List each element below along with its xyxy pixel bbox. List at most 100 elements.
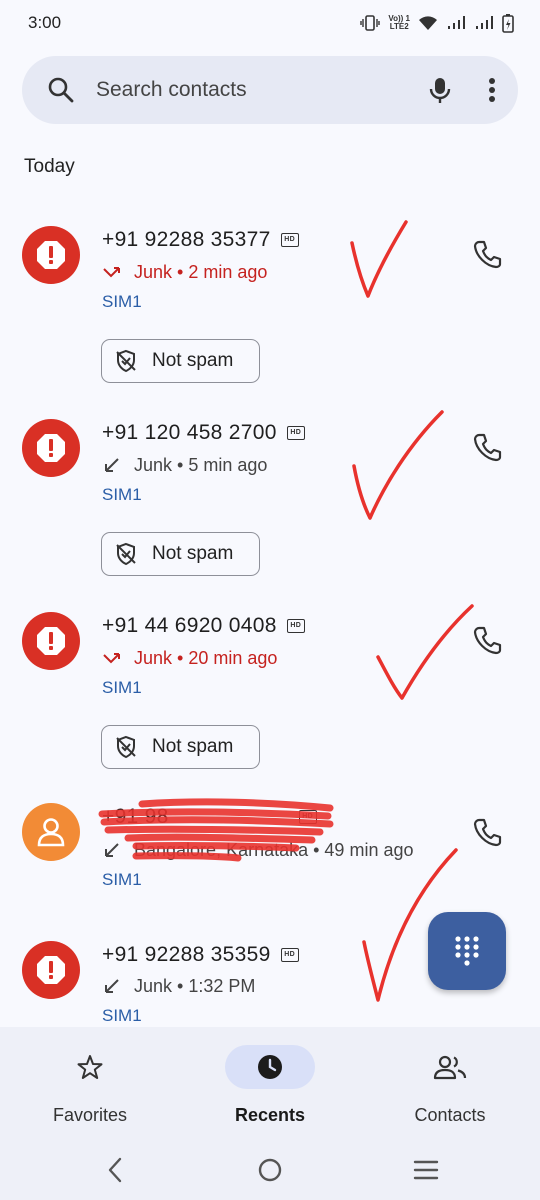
call-detail-text: Junk • 20 min ago [134, 648, 278, 668]
home-icon [258, 1158, 282, 1182]
nav-icon-container [45, 1045, 135, 1089]
spam-avatar [22, 226, 80, 284]
not-spam-label: Not spam [152, 736, 234, 757]
volte-icon: Vo)) 1 LTE2 [388, 14, 410, 31]
call-back-button[interactable] [470, 236, 506, 272]
search-bar[interactable] [22, 56, 518, 124]
wifi-icon [419, 16, 437, 30]
back-icon [108, 1157, 122, 1183]
more-options-icon[interactable] [488, 76, 496, 104]
nav-contacts[interactable]: Contacts [370, 1045, 530, 1126]
handwritten-annotations [98, 220, 474, 1002]
nav-recents[interactable]: Recents [190, 1045, 350, 1126]
hd-icon: HD [280, 233, 299, 247]
call-number-text: +91 92288 35359 [102, 943, 271, 966]
call-detail: Junk • 5 min ago [102, 455, 267, 476]
call-back-button[interactable] [470, 814, 506, 850]
not-spam-shield-icon [116, 349, 136, 373]
missed-call-icon [103, 652, 120, 663]
call-detail: Junk • 20 min ago [102, 648, 277, 669]
call-number-text: +91 92288 35377 [102, 228, 271, 251]
checkmark-annotation [352, 410, 444, 520]
people-icon [433, 1055, 467, 1080]
system-home-button[interactable] [257, 1150, 283, 1190]
system-back-button[interactable] [104, 1150, 126, 1190]
call-number: +91 92288 35359 HD [102, 943, 299, 967]
status-time: 3:00 [28, 13, 62, 32]
microphone-icon[interactable] [426, 76, 454, 104]
call-detail-text: Bangalore, Karnataka • 49 min ago [134, 840, 414, 860]
not-spam-button[interactable]: Not spam [101, 532, 260, 576]
not-spam-label: Not spam [152, 350, 234, 371]
not-spam-button[interactable]: Not spam [101, 725, 260, 769]
search-icon [48, 77, 74, 103]
nav-icon-container [225, 1045, 315, 1089]
call-number-text: +91 98 [102, 805, 169, 828]
checkmark-annotation [350, 220, 408, 298]
section-header-today: Today [24, 156, 75, 177]
nav-label: Recents [234, 1105, 306, 1125]
spam-avatar [22, 419, 80, 477]
spam-warning-icon [37, 434, 65, 462]
call-detail-text: Junk • 2 min ago [134, 262, 268, 282]
spam-warning-icon [37, 956, 65, 984]
dialpad-icon [455, 936, 479, 966]
call-number: +91 98 HD [102, 805, 317, 829]
call-detail: Bangalore, Karnataka • 49 min ago [102, 840, 413, 861]
spam-avatar [22, 941, 80, 999]
battery-icon [502, 14, 514, 33]
incoming-call-icon [105, 978, 119, 993]
not-spam-shield-icon [116, 735, 136, 759]
checkmark-annotation [376, 604, 474, 700]
person-icon [37, 818, 65, 847]
missed-call-icon [103, 266, 120, 277]
spam-warning-icon [37, 627, 65, 655]
signal-icon-sim2 [476, 16, 493, 29]
not-spam-label: Not spam [152, 543, 234, 564]
sim-label: SIM1 [102, 1006, 142, 1025]
search-input[interactable] [96, 78, 426, 102]
hd-icon: HD [286, 426, 305, 440]
status-bar: 3:00 Vo)) 1 LTE2 [0, 0, 540, 46]
sim-label: SIM1 [102, 870, 142, 889]
nav-favorites[interactable]: Favorites [10, 1045, 170, 1126]
phone-icon [473, 240, 502, 269]
sim-label: SIM1 [102, 292, 142, 311]
hd-icon: HD [286, 619, 305, 633]
call-number-text: +91 44 6920 0408 [102, 614, 277, 637]
not-spam-button[interactable]: Not spam [101, 339, 260, 383]
call-detail: Junk • 1:32 PM [102, 976, 255, 997]
call-number: +91 92288 35377 HD [102, 228, 299, 252]
sim-label: SIM1 [102, 678, 142, 697]
incoming-call-icon [105, 842, 119, 857]
call-back-button[interactable] [470, 429, 506, 465]
phone-icon [473, 818, 502, 847]
contact-avatar [22, 803, 80, 861]
incoming-call-icon [105, 457, 119, 472]
call-back-button[interactable] [470, 622, 506, 658]
hd-icon: HD [298, 810, 317, 824]
system-recents-button[interactable] [412, 1150, 440, 1190]
status-icons: Vo)) 1 LTE2 [360, 13, 514, 33]
spam-avatar [22, 612, 80, 670]
star-icon [77, 1055, 103, 1079]
call-detail-text: Junk • 1:32 PM [134, 976, 256, 996]
signal-icon [448, 16, 465, 29]
menu-icon [413, 1160, 439, 1180]
call-detail-text: Junk • 5 min ago [134, 455, 268, 475]
vibrate-icon [360, 15, 381, 31]
phone-icon [473, 433, 502, 462]
not-spam-shield-icon [116, 542, 136, 566]
call-number-text: +91 120 458 2700 [102, 421, 277, 444]
spam-warning-icon [37, 241, 65, 269]
dialpad-button[interactable] [428, 912, 506, 990]
nav-icon-container [405, 1045, 495, 1089]
nav-label: Favorites [52, 1105, 128, 1125]
phone-icon [473, 626, 502, 655]
call-detail: Junk • 2 min ago [102, 262, 267, 283]
sim-label: SIM1 [102, 485, 142, 504]
call-number: +91 120 458 2700 HD [102, 421, 305, 445]
call-number: +91 44 6920 0408 HD [102, 614, 305, 638]
nav-label: Contacts [414, 1105, 486, 1125]
clock-icon [258, 1055, 282, 1079]
